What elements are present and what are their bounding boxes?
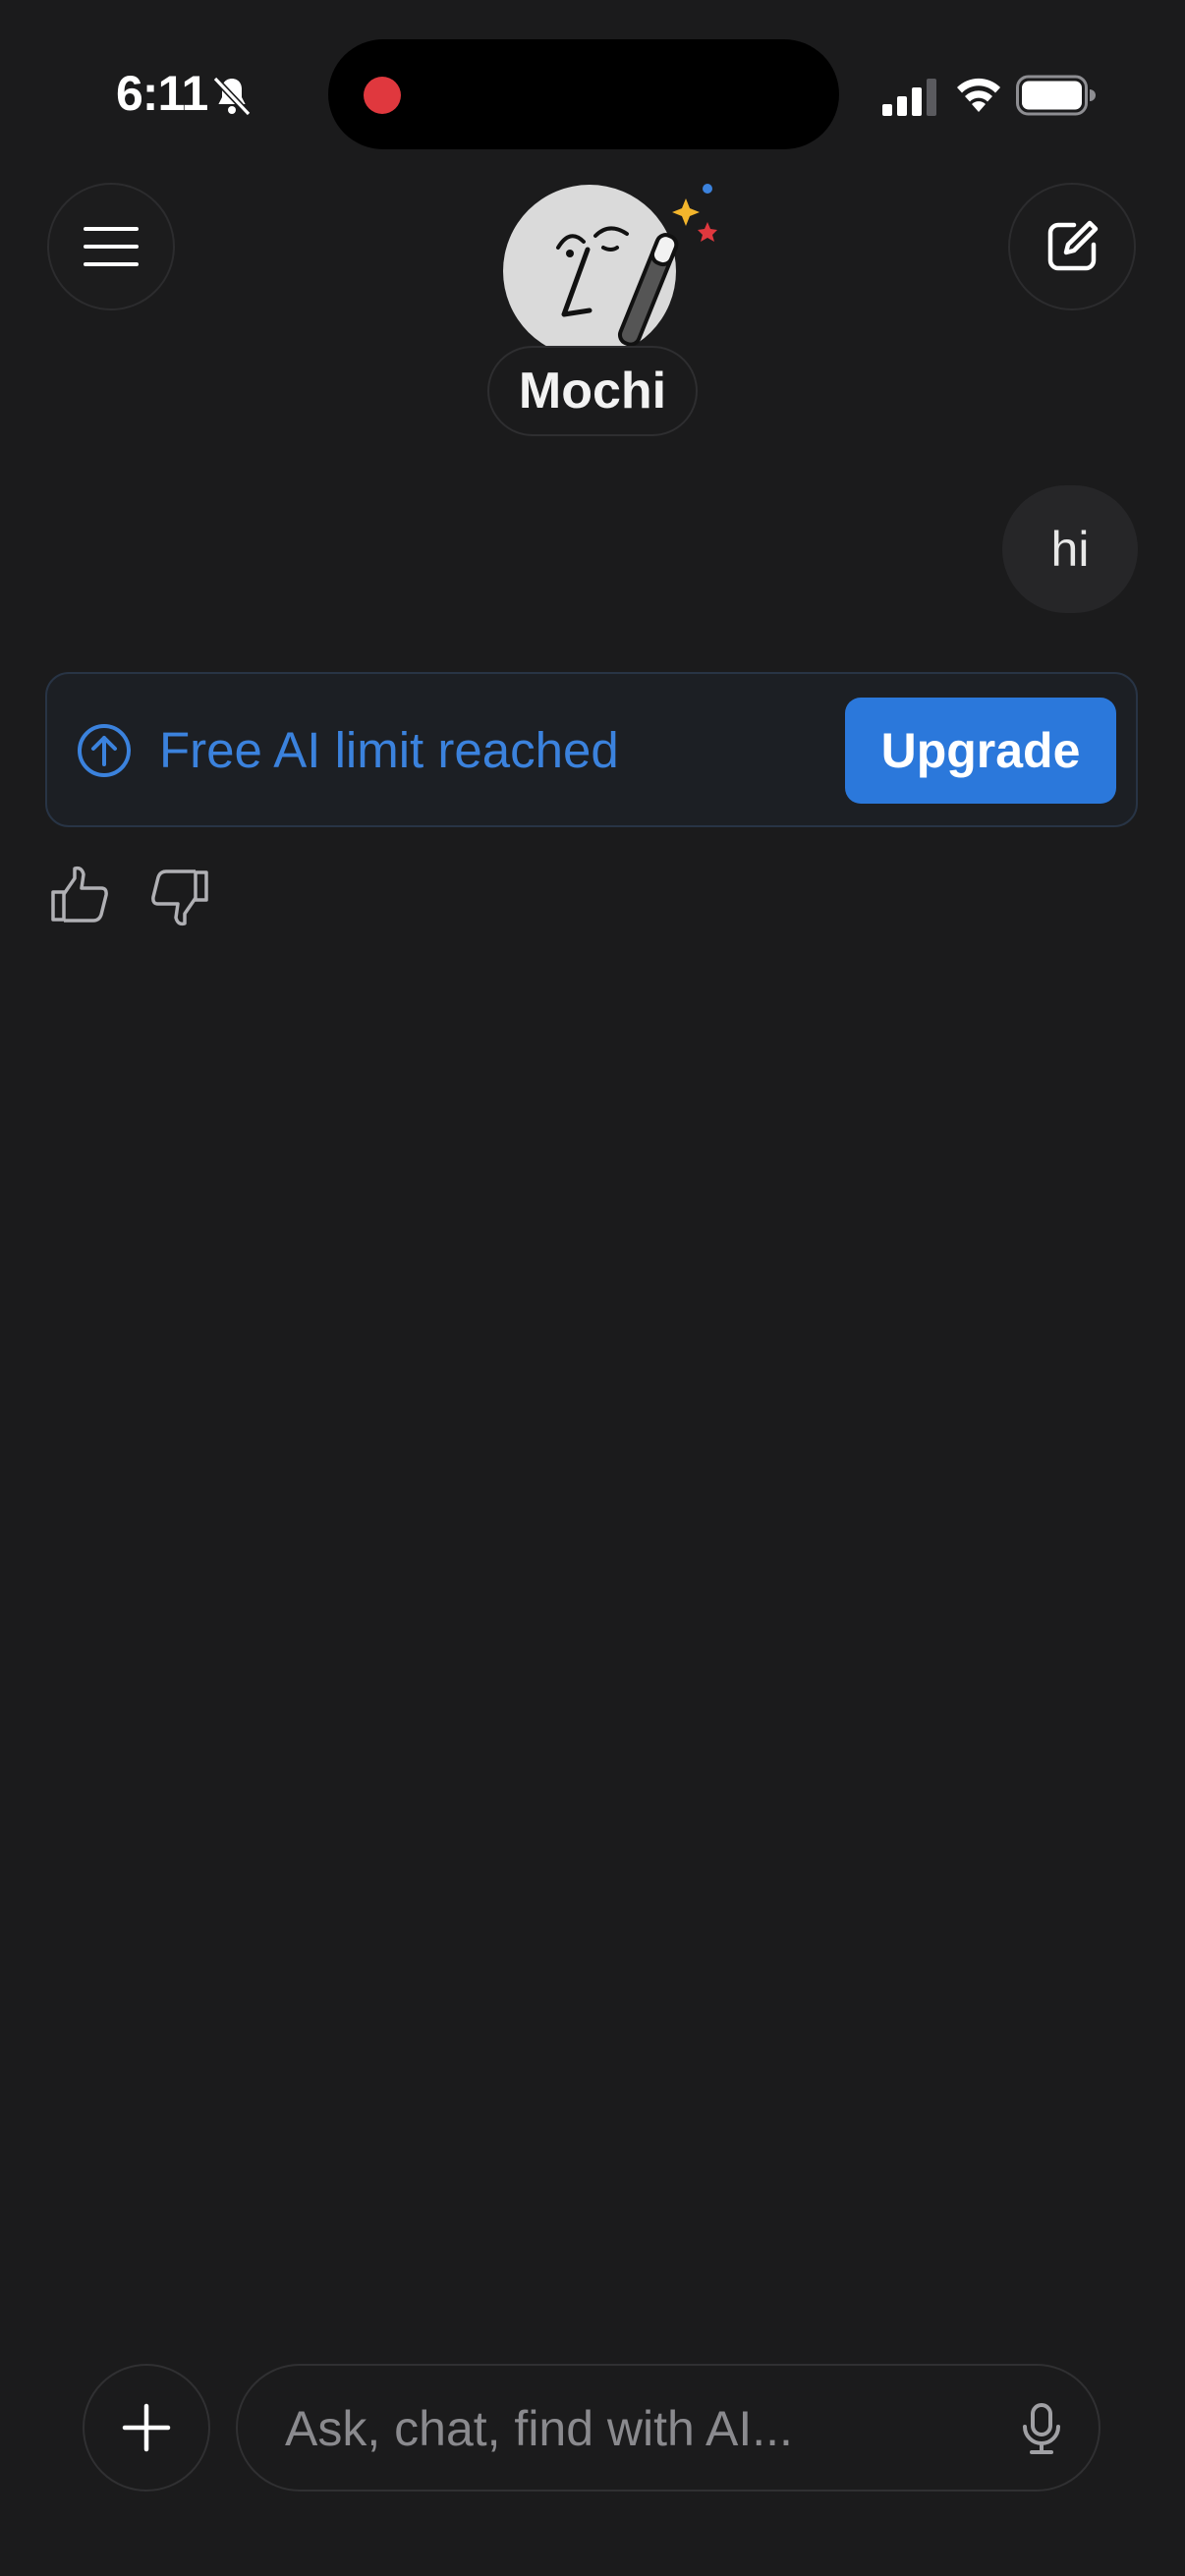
recording-indicator: [364, 77, 401, 114]
assistant-name-pill[interactable]: Mochi: [487, 346, 698, 436]
menu-button[interactable]: [47, 183, 175, 310]
hamburger-menu-icon: [84, 227, 139, 266]
battery-icon: [1016, 75, 1096, 116]
user-message-bubble: hi: [1002, 485, 1138, 613]
thumbs-up-icon[interactable]: [49, 865, 110, 925]
chat-input-container: [236, 2364, 1100, 2492]
microphone-icon[interactable]: [1014, 2401, 1069, 2456]
upgrade-button[interactable]: Upgrade: [845, 698, 1116, 804]
cellular-signal-icon: [882, 79, 936, 116]
wifi-icon: [957, 78, 1000, 112]
mochi-face-with-magic-wand-icon[interactable]: [501, 181, 721, 358]
arrow-up-circle-icon: [78, 724, 131, 777]
chat-input[interactable]: [283, 2366, 975, 2492]
plus-icon: [122, 2403, 171, 2452]
new-chat-compose-icon: [1047, 220, 1099, 271]
limit-reached-banner: Free AI limit reached Upgrade: [45, 672, 1138, 827]
bell-slash-icon: [212, 76, 252, 117]
thumbs-down-icon[interactable]: [149, 867, 210, 927]
dynamic-island: [328, 39, 839, 149]
new-chat-button[interactable]: [1008, 183, 1136, 310]
limit-reached-text: Free AI limit reached: [159, 722, 619, 778]
status-time: 6:11: [116, 66, 208, 121]
add-attachment-button[interactable]: [83, 2364, 210, 2492]
